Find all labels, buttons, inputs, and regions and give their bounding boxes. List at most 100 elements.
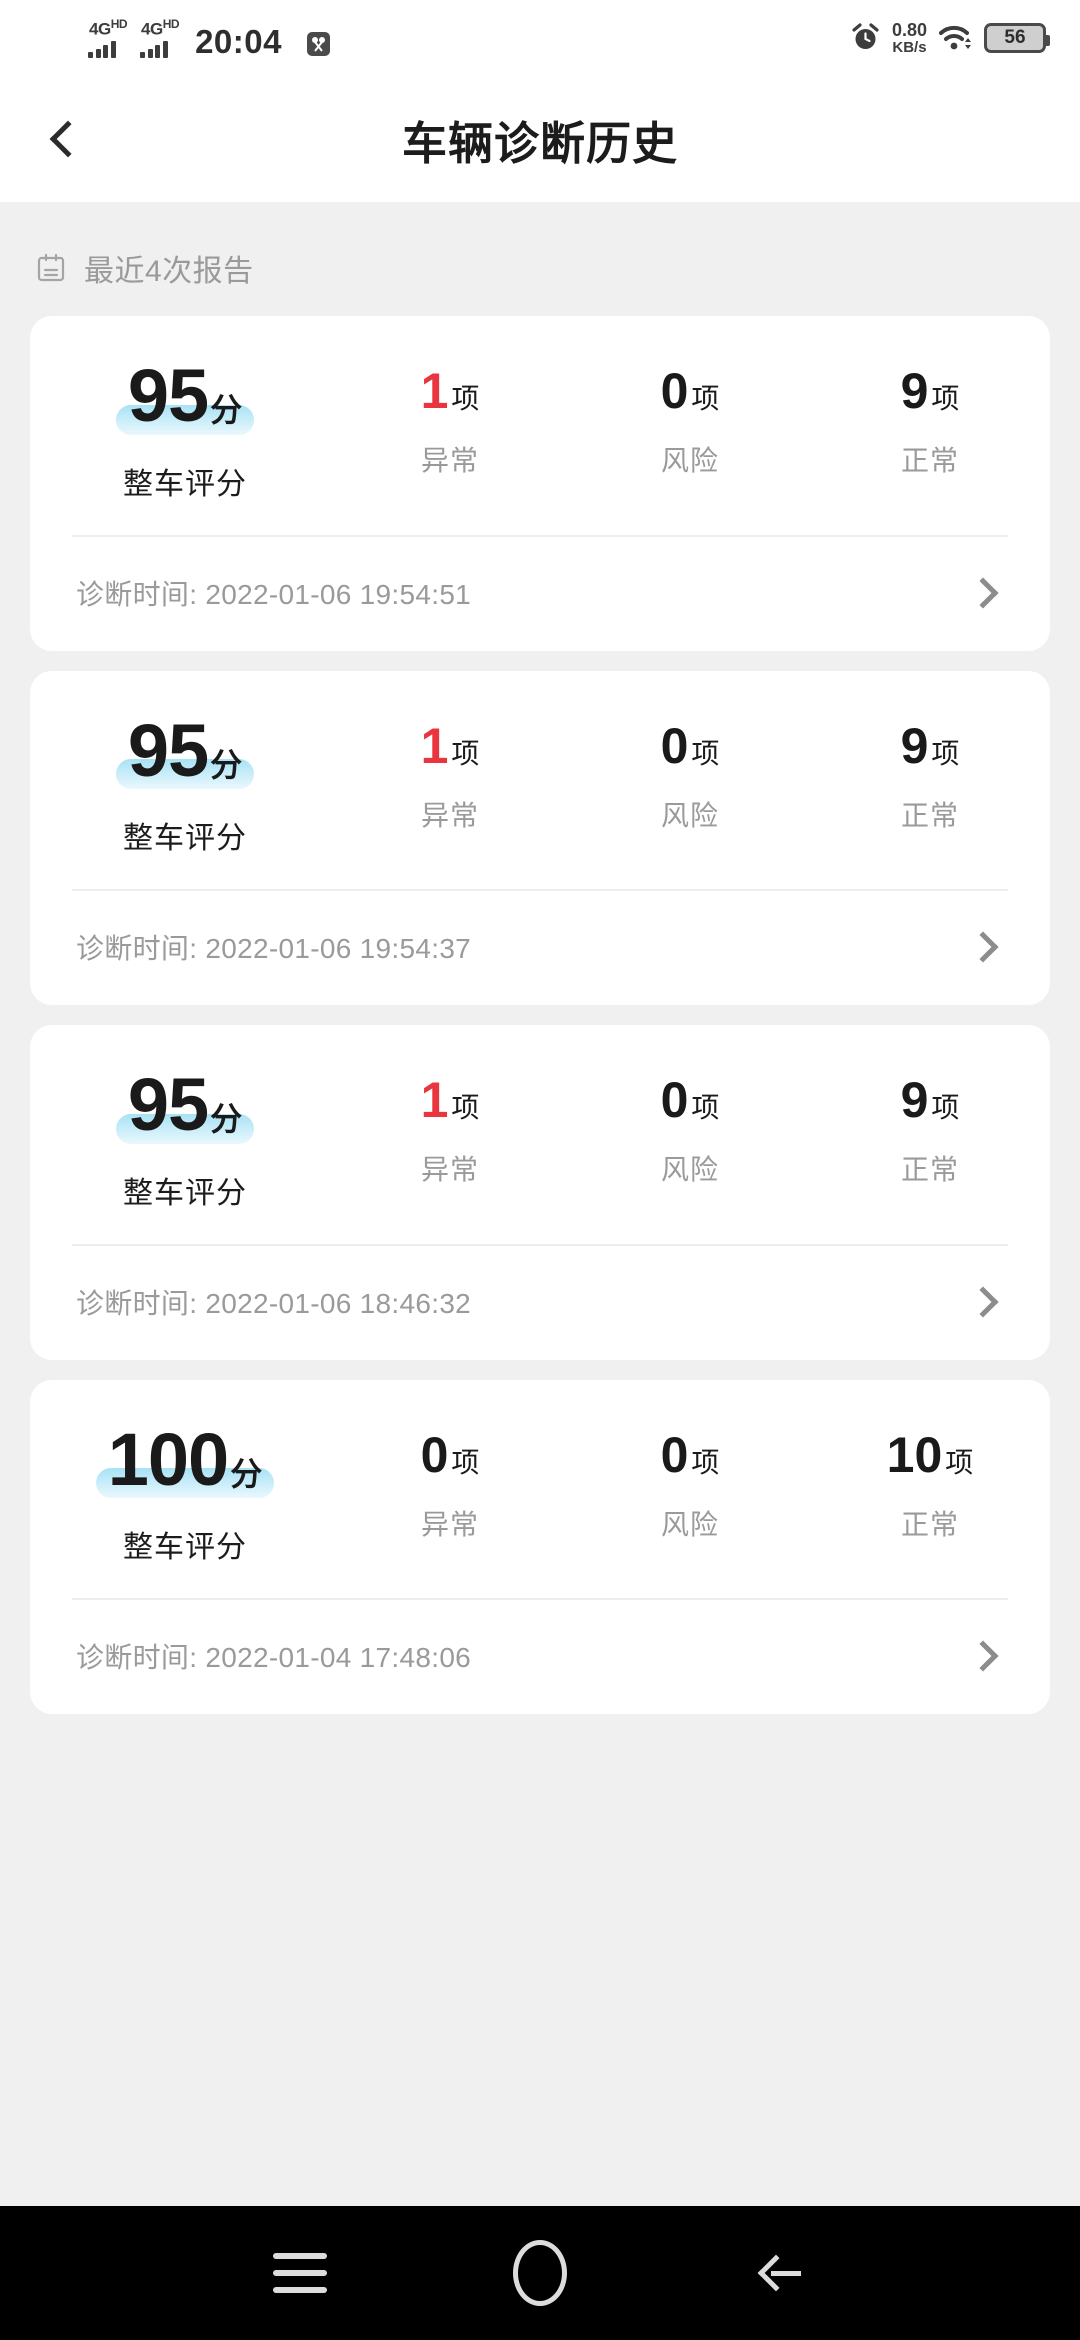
stat-risk-count: 0 xyxy=(660,717,689,774)
stat-normal-label: 正常 xyxy=(900,1154,959,1186)
home-circle-icon xyxy=(513,2240,567,2306)
calendar-report-icon xyxy=(36,253,66,283)
stat-abnormal-count: 1 xyxy=(420,1072,449,1129)
stat-normal-unit: 项 xyxy=(931,737,960,769)
sim1-signal-icon xyxy=(88,39,116,59)
stat-abnormal-count: 1 xyxy=(420,717,449,774)
nav-home-button[interactable] xyxy=(420,2206,660,2340)
stat-risk-value-row: 0 项 xyxy=(661,721,720,772)
score-value-row: 95 分 xyxy=(115,1063,255,1147)
diagnosis-time-prefix: 诊断时间: xyxy=(76,578,206,610)
score-number: 95 xyxy=(127,708,209,792)
stat-risk-label: 风险 xyxy=(660,1154,719,1186)
stat-normal-label: 正常 xyxy=(900,1508,959,1540)
stat-abnormal-label: 异常 xyxy=(420,445,479,476)
report-card[interactable]: 95 分 整车评分 1 项 异常 0 项 风险 9 项 正常 诊断时间: 202… xyxy=(30,1025,1050,1360)
wifi-icon xyxy=(939,24,972,52)
network-speed-value: 0.80 xyxy=(891,19,927,40)
stat-risk-unit: 项 xyxy=(691,1092,720,1124)
stat-normal-count: 9 xyxy=(900,363,929,419)
report-card[interactable]: 100 分 整车评分 0 项 异常 0 项 风险 10 项 正常 诊断时间: 2… xyxy=(30,1379,1050,1715)
stat-abnormal-label: 异常 xyxy=(420,1154,479,1186)
score-caption: 整车评分 xyxy=(123,1531,247,1565)
diagnosis-time: 诊断时间: 2022-01-06 19:54:37 xyxy=(76,927,471,967)
report-detail-row[interactable]: 诊断时间: 2022-01-04 17:48:06 xyxy=(30,1600,1050,1714)
status-bar: 4GHD 4GHD 20:04 0.80 KB/s 56 xyxy=(0,0,1080,76)
stat-normal-count: 10 xyxy=(886,1426,943,1483)
score-caption: 整车评分 xyxy=(123,822,247,856)
stat-abnormal-value-row: 0 项 xyxy=(421,1430,480,1481)
nav-recents-button[interactable] xyxy=(180,2206,420,2340)
report-card[interactable]: 95 分 整车评分 1 项 异常 0 项 风险 9 项 正常 诊断时间: 202… xyxy=(30,316,1050,651)
report-card[interactable]: 95 分 整车评分 1 项 异常 0 项 风险 9 项 正常 诊断时间: 202… xyxy=(30,670,1050,1006)
alarm-clock-icon xyxy=(851,23,880,52)
diagnosis-time-value: 2022-01-06 19:54:51 xyxy=(205,578,472,610)
score-unit: 分 xyxy=(210,746,243,783)
diagnosis-time: 诊断时间: 2022-01-06 18:46:32 xyxy=(76,1282,471,1322)
stat-abnormal: 1 项 异常 xyxy=(330,1069,570,1188)
diagnosis-time-value: 2022-01-04 17:48:06 xyxy=(205,1642,472,1674)
score-number: 100 xyxy=(107,1417,229,1501)
menu-icon xyxy=(273,2253,327,2293)
stat-normal-value-row: 9 项 xyxy=(901,721,960,772)
diagnosis-time: 诊断时间: 2022-01-04 17:48:06 xyxy=(76,1636,471,1676)
page-title: 车辆诊断历史 xyxy=(401,117,678,169)
network-speed-unit: KB/s xyxy=(892,38,927,56)
stat-abnormal-label: 异常 xyxy=(420,1508,479,1540)
score-unit: 分 xyxy=(210,1101,243,1138)
stat-risk-unit: 项 xyxy=(691,737,720,769)
phone-screen: 4GHD 4GHD 20:04 0.80 KB/s 56 车辆诊断历史 最近4次… xyxy=(0,0,1080,2340)
battery-percent: 56 xyxy=(1004,26,1026,48)
diagnosis-time-prefix: 诊断时间: xyxy=(76,1642,206,1674)
score-value-row: 95 分 xyxy=(115,708,255,792)
stat-risk: 0 项 风险 xyxy=(570,360,810,479)
diagnosis-time: 诊断时间: 2022-01-06 19:54:51 xyxy=(76,573,471,613)
overall-score: 95 分 整车评分 xyxy=(30,1063,330,1212)
stat-risk: 0 项 风险 xyxy=(570,1424,810,1543)
score-value-row: 95 分 xyxy=(115,354,255,437)
stat-risk-count: 0 xyxy=(660,363,689,419)
stat-risk-value-row: 0 项 xyxy=(661,366,720,417)
stat-abnormal-value-row: 1 项 xyxy=(421,366,480,417)
score-number: 95 xyxy=(127,1063,209,1147)
stat-risk-label: 风险 xyxy=(660,1508,719,1540)
report-detail-row[interactable]: 诊断时间: 2022-01-06 19:54:51 xyxy=(30,537,1050,651)
sim2-signal-icon xyxy=(140,39,168,59)
status-bar-left: 4GHD 4GHD 20:04 xyxy=(88,18,332,59)
stat-risk-count: 0 xyxy=(660,1426,689,1483)
score-value-row: 100 分 xyxy=(95,1417,275,1501)
stat-risk: 0 项 风险 xyxy=(570,715,810,834)
stat-normal: 9 项 正常 xyxy=(810,360,1050,479)
stat-abnormal-count: 1 xyxy=(420,363,449,419)
overall-score: 95 分 整车评分 xyxy=(30,354,330,503)
stat-abnormal-unit: 项 xyxy=(451,737,480,769)
diagnosis-time-prefix: 诊断时间: xyxy=(76,1287,206,1319)
stat-abnormal-unit: 项 xyxy=(451,383,480,414)
overall-score: 95 分 整车评分 xyxy=(30,708,330,858)
chevron-right-icon xyxy=(967,1640,999,1672)
report-detail-row[interactable]: 诊断时间: 2022-01-06 19:54:37 xyxy=(30,891,1050,1005)
sim1-network-label: 4GHD xyxy=(89,16,128,39)
stat-risk-count: 0 xyxy=(660,1072,689,1129)
stat-abnormal-unit: 项 xyxy=(451,1446,480,1478)
report-detail-row[interactable]: 诊断时间: 2022-01-06 18:46:32 xyxy=(30,1246,1050,1360)
score-number: 95 xyxy=(127,354,209,437)
stat-abnormal-count: 0 xyxy=(420,1426,449,1483)
diagnosis-time-value: 2022-01-06 18:46:32 xyxy=(205,1287,472,1319)
stat-risk: 0 项 风险 xyxy=(570,1069,810,1188)
nav-back-button[interactable] xyxy=(660,2206,900,2340)
stat-normal-count: 9 xyxy=(900,1072,929,1129)
stat-risk-unit: 项 xyxy=(691,1446,720,1478)
stat-abnormal-unit: 项 xyxy=(451,1092,480,1124)
diagnosis-time-prefix: 诊断时间: xyxy=(76,933,206,965)
stat-normal-unit: 项 xyxy=(931,1092,960,1124)
status-bar-clock: 20:04 xyxy=(195,23,282,61)
report-summary: 100 分 整车评分 0 项 异常 0 项 风险 10 项 正常 xyxy=(30,1380,1050,1599)
stat-abnormal-value-row: 1 项 xyxy=(421,721,480,772)
stat-normal-label: 正常 xyxy=(900,445,959,476)
score-unit: 分 xyxy=(230,1455,263,1492)
status-bar-right: 0.80 KB/s 56 xyxy=(851,19,1050,56)
stat-normal-unit: 项 xyxy=(931,383,960,414)
back-button[interactable] xyxy=(22,97,106,181)
back-arrow-icon xyxy=(757,2254,801,2292)
